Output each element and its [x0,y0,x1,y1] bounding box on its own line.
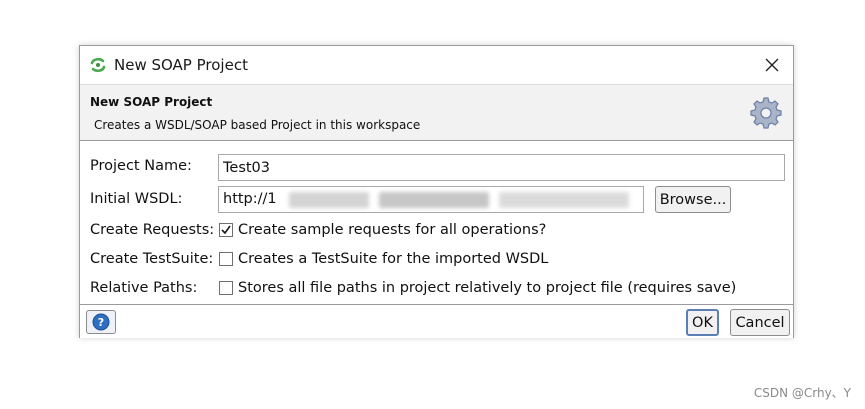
form-area: Project Name: Initial WSDL: http://1 Bro… [80,141,793,304]
svg-text:?: ? [98,316,104,329]
redacted-url-part [289,192,369,208]
relative-paths-text: Stores all file paths in project relativ… [238,280,737,296]
gear-icon [750,97,782,129]
relative-paths-label: Relative Paths: [90,280,198,296]
window-title: New SOAP Project [114,56,248,74]
watermark: CSDN @Crhy、Y [753,386,851,400]
title-bar: New SOAP Project [80,46,793,84]
create-requests-checkbox[interactable] [219,223,233,237]
close-button[interactable] [759,52,785,78]
initial-wsdl-value: http://1 [223,191,277,207]
browse-button[interactable]: Browse... [655,186,731,213]
soapui-icon [90,57,106,73]
footer: ? OK Cancel [80,304,793,338]
create-requests-text: Create sample requests for all operation… [238,222,547,238]
create-testsuite-text: Creates a TestSuite for the imported WSD… [238,251,549,267]
help-button[interactable]: ? [86,310,116,334]
header-title: New SOAP Project [90,95,213,109]
relative-paths-checkbox[interactable] [219,281,233,295]
close-icon [765,58,779,72]
initial-wsdl-input[interactable]: http://1 [218,186,644,213]
help-icon: ? [92,313,110,331]
cancel-button[interactable]: Cancel [730,309,790,336]
initial-wsdl-label: Initial WSDL: [90,191,183,207]
header-description: Creates a WSDL/SOAP based Project in thi… [94,118,421,132]
create-testsuite-label: Create TestSuite: [90,251,214,267]
header-panel: New SOAP Project Creates a WSDL/SOAP bas… [80,84,793,141]
create-requests-label: Create Requests: [90,222,215,238]
new-soap-project-dialog: New SOAP Project New SOAP Project Create… [79,45,794,338]
redacted-url-part [379,192,489,208]
ok-button[interactable]: OK [686,309,719,336]
project-name-label: Project Name: [90,158,192,174]
project-name-input[interactable] [218,154,785,181]
checkmark-icon [221,225,231,235]
redacted-url-part [499,192,629,208]
create-testsuite-checkbox[interactable] [219,252,233,266]
